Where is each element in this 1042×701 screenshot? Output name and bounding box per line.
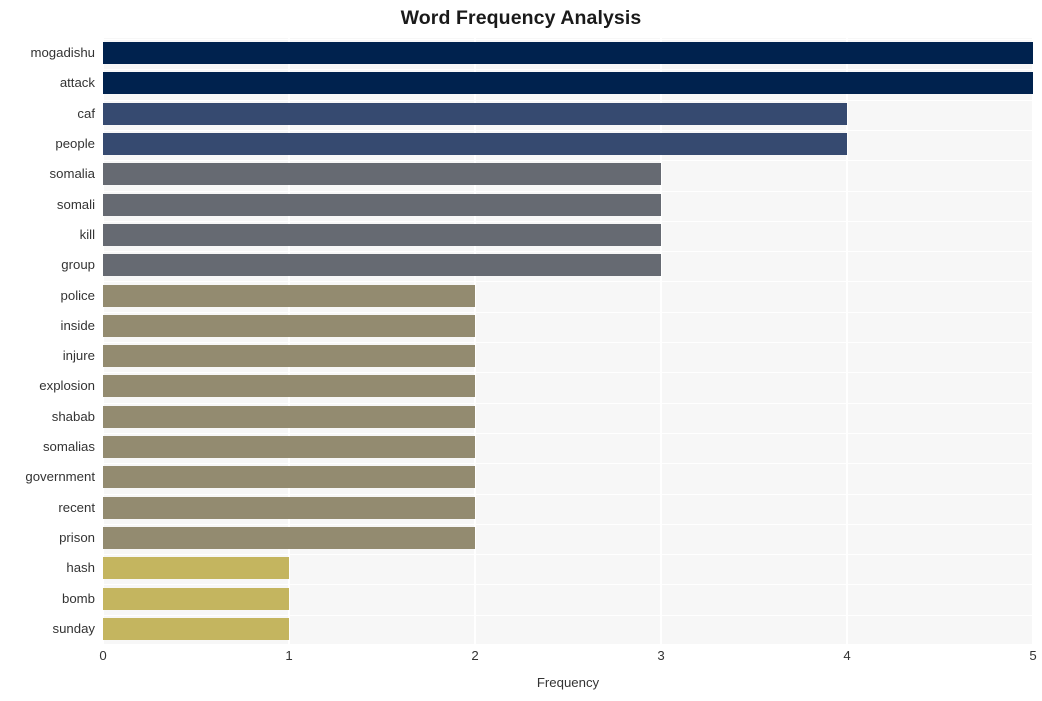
y-axis-label-shabab: shabab: [51, 409, 95, 424]
bar-police[interactable]: [103, 285, 475, 307]
bar-group[interactable]: [103, 254, 661, 276]
x-axis-tick-1: 1: [285, 648, 293, 663]
word-frequency-chart: Word Frequency Analysis mogadishu attack c…: [0, 0, 1042, 701]
bar-prison[interactable]: [103, 527, 475, 549]
chart-title: Word Frequency Analysis: [400, 7, 642, 29]
x-axis-tick-4: 4: [843, 648, 851, 663]
bars-layer: [103, 38, 1033, 644]
bar-people[interactable]: [103, 133, 847, 155]
y-axis-label-somalia: somalia: [49, 166, 95, 181]
y-axis-label-bomb: bomb: [62, 591, 95, 606]
y-axis-labels: mogadishu attack caf people somalia somali kil…: [0, 38, 95, 644]
x-axis-tick-5: 5: [1029, 648, 1037, 663]
y-axis-label-sunday: sunday: [52, 621, 95, 636]
x-axis-tick-3: 3: [657, 648, 665, 663]
bar-shabab[interactable]: [103, 406, 475, 428]
y-axis-label-government: government: [25, 469, 95, 484]
y-axis-label-injure: injure: [62, 348, 95, 363]
bar-bomb[interactable]: [103, 588, 289, 610]
y-axis-label-somalias: somalias: [42, 439, 95, 454]
bar-mogadishu[interactable]: [103, 42, 1033, 64]
y-axis-label-inside: inside: [60, 318, 95, 333]
bar-somalias[interactable]: [103, 436, 475, 458]
y-axis-label-hash: hash: [66, 560, 95, 575]
y-axis-label-recent: recent: [58, 500, 95, 515]
bar-government[interactable]: [103, 466, 475, 488]
bar-sunday[interactable]: [103, 618, 289, 640]
y-axis-label-people: people: [55, 136, 95, 151]
bar-kill[interactable]: [103, 224, 661, 246]
bar-inside[interactable]: [103, 315, 475, 337]
x-axis-tick-2: 2: [471, 648, 479, 663]
y-axis-label-group: group: [61, 257, 95, 272]
bar-recent[interactable]: [103, 497, 475, 519]
x-axis-tick-0: 0: [99, 648, 107, 663]
bar-explosion[interactable]: [103, 375, 475, 397]
y-axis-label-explosion: explosion: [39, 378, 95, 393]
x-axis-title: Frequency: [536, 675, 600, 690]
plot-area: [102, 38, 1034, 644]
y-axis-label-police: police: [60, 288, 95, 303]
y-axis-label-caf: caf: [77, 106, 95, 121]
y-axis-label-mogadishu: mogadishu: [30, 45, 95, 60]
bar-caf[interactable]: [103, 103, 847, 125]
bar-injure[interactable]: [103, 345, 475, 367]
y-axis-label-kill: kill: [79, 227, 95, 242]
bar-attack[interactable]: [103, 72, 1033, 94]
bar-hash[interactable]: [103, 557, 289, 579]
y-axis-label-attack: attack: [59, 75, 95, 90]
y-axis-label-prison: prison: [59, 530, 95, 545]
bar-somalia[interactable]: [103, 163, 661, 185]
y-axis-label-somali: somali: [56, 197, 95, 212]
bar-somali[interactable]: [103, 194, 661, 216]
x-axis-ticks: 0 1 2 3 4 5: [99, 648, 1037, 670]
